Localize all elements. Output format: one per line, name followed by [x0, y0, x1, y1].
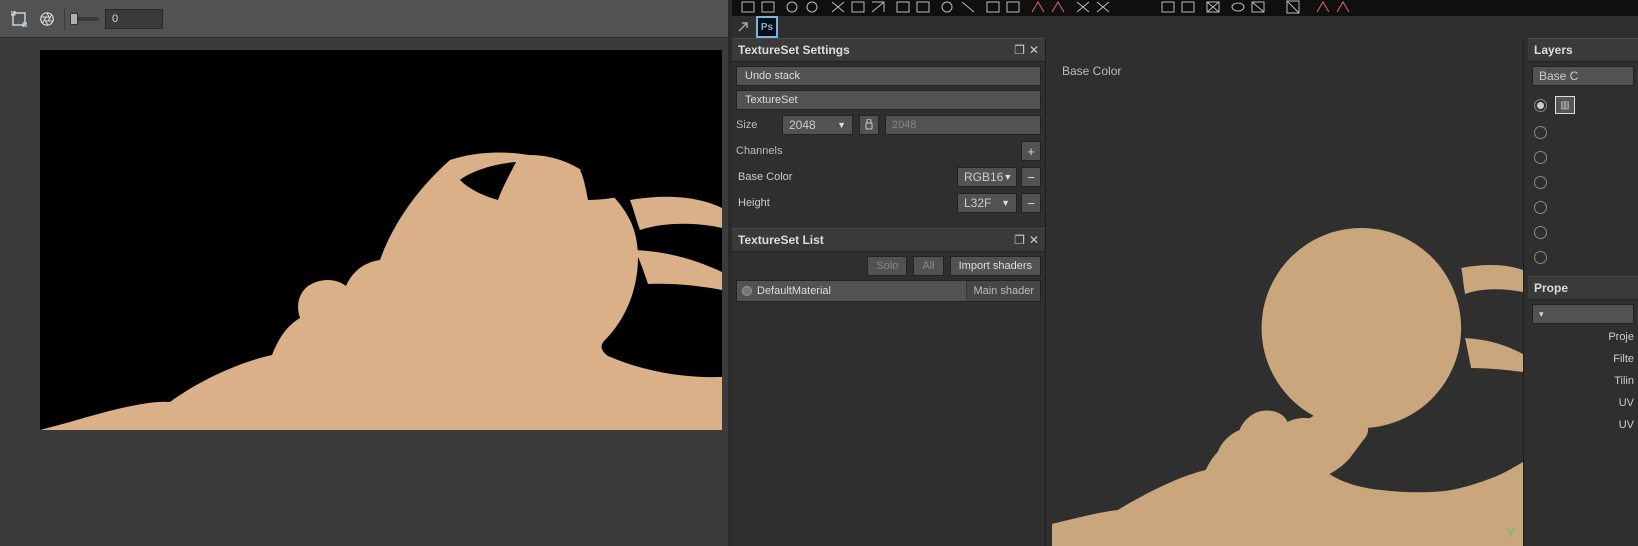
properties-dropdown[interactable]: ▾	[1532, 304, 1634, 324]
remove-channel-button[interactable]: −	[1021, 193, 1041, 213]
top-toolbar	[732, 0, 1638, 16]
left-canvas-area	[0, 38, 728, 546]
layer-radio-4[interactable]	[1534, 176, 1547, 189]
size-row: Size 2048 ▼	[736, 114, 1041, 136]
panel-title: TextureSet List	[738, 233, 824, 247]
property-row: Filte	[1532, 350, 1634, 368]
layer-radio-3[interactable]	[1534, 151, 1547, 164]
material-visibility-toggle[interactable]	[737, 286, 757, 296]
textureset-button[interactable]: TextureSet	[736, 90, 1041, 110]
crop-icon[interactable]	[8, 8, 30, 30]
channel-row: Base Color RGB16 ▼ −	[736, 166, 1041, 188]
textureset-settings-panel: TextureSet Settings ❐ ✕ Undo stack Textu…	[732, 38, 1045, 222]
panel-header[interactable]: TextureSet List ❐ ✕	[732, 228, 1045, 252]
panels-column: TextureSet Settings ❐ ✕ Undo stack Textu…	[732, 38, 1046, 546]
size-select[interactable]: 2048 ▼	[782, 115, 853, 135]
size-label: Size	[736, 119, 776, 131]
undock-icon[interactable]: ❐	[1014, 233, 1025, 247]
material-row[interactable]: DefaultMaterial Main shader	[736, 280, 1041, 302]
undock-icon[interactable]: ❐	[1014, 43, 1025, 57]
ts-list-toolbar: Solo All Import shaders	[732, 252, 1045, 280]
property-row: UV	[1532, 416, 1634, 434]
viewport-column: Base Color Y	[1052, 38, 1524, 546]
close-icon[interactable]: ✕	[1029, 233, 1039, 247]
channels-header: Channels +	[736, 140, 1041, 162]
properties-body: ▾ Proje Filte Tilin UV UV	[1528, 300, 1638, 438]
layer-radio-5[interactable]	[1534, 201, 1547, 214]
layers-properties-column: Layers Base C ▥ Prope ▾ Proje	[1528, 38, 1638, 546]
aperture-icon[interactable]	[36, 8, 58, 30]
divider	[64, 8, 65, 30]
axis-y-label: Y	[1506, 525, 1515, 540]
channels-label: Channels	[736, 145, 782, 157]
slider-value-input[interactable]	[105, 9, 163, 29]
left-canvas[interactable]	[40, 50, 722, 430]
channel-format-select[interactable]: L32F ▼	[957, 193, 1017, 213]
blend-mode-select[interactable]: Base C	[1532, 66, 1634, 86]
secondary-bar: Ps	[732, 16, 1638, 38]
material-name: DefaultMaterial	[757, 285, 966, 297]
close-icon[interactable]: ✕	[1029, 43, 1039, 57]
viewport-channel-label: Base Color	[1062, 64, 1121, 78]
layer-radio-7[interactable]	[1534, 251, 1547, 264]
layer-type-icon[interactable]: ▥	[1555, 96, 1575, 114]
textureset-list-panel: TextureSet List ❐ ✕ Solo All Import shad…	[732, 228, 1045, 308]
panel-title: TextureSet Settings	[738, 43, 850, 57]
channel-format-select[interactable]: RGB16 ▼	[957, 167, 1017, 187]
property-row: Proje	[1532, 328, 1634, 346]
solo-button[interactable]: Solo	[867, 256, 907, 276]
photoshop-window	[0, 0, 728, 546]
layer-mode-radios: ▥	[1528, 90, 1638, 270]
toolbar-icons-strip[interactable]	[732, 0, 1638, 16]
channel-name: Height	[736, 197, 953, 209]
layer-radio-6[interactable]	[1534, 226, 1547, 239]
material-shader[interactable]: Main shader	[966, 281, 1040, 301]
properties-panel-header[interactable]: Prope	[1528, 276, 1638, 300]
layer-radio-1[interactable]	[1534, 99, 1547, 112]
slider-thumb[interactable]	[70, 13, 78, 25]
size-linked-input[interactable]	[885, 115, 1041, 135]
left-toolbar	[0, 0, 728, 38]
layer-radio-2[interactable]	[1534, 126, 1547, 139]
chevron-down-icon: ▾	[1539, 309, 1544, 320]
all-button[interactable]: All	[913, 256, 943, 276]
chevron-down-icon: ▼	[1003, 172, 1012, 182]
viewport-2d[interactable]	[1052, 38, 1523, 546]
channel-name: Base Color	[736, 171, 953, 183]
chevron-down-icon: ▼	[1001, 198, 1010, 208]
panel-header[interactable]: TextureSet Settings ❐ ✕	[732, 38, 1045, 62]
property-row: Tilin	[1532, 372, 1634, 390]
import-shaders-button[interactable]: Import shaders	[950, 256, 1041, 276]
layers-panel-header[interactable]: Layers	[1528, 38, 1638, 62]
add-channel-button[interactable]: +	[1021, 141, 1041, 161]
channel-row: Height L32F ▼ −	[736, 192, 1041, 214]
property-row: UV	[1532, 394, 1634, 412]
substance-window: Ps TextureSet Settings ❐ ✕ Undo stack Te…	[732, 0, 1638, 546]
photoshop-logo-icon[interactable]: Ps	[756, 16, 778, 38]
remove-channel-button[interactable]: −	[1021, 167, 1041, 187]
popout-icon[interactable]	[736, 20, 750, 34]
link-size-button[interactable]	[859, 115, 879, 135]
undo-stack-button[interactable]: Undo stack	[736, 66, 1041, 86]
chevron-down-icon: ▼	[837, 120, 846, 130]
straighten-slider[interactable]	[71, 17, 99, 21]
